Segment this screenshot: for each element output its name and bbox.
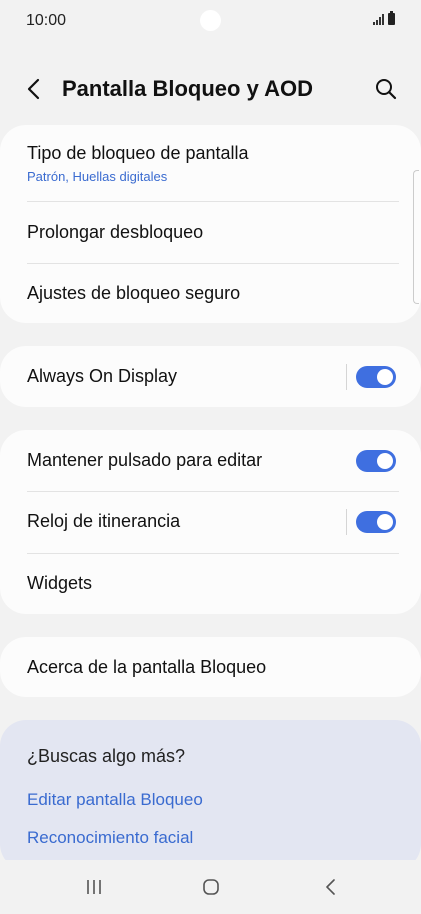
row-label: Ajustes de bloqueo seguro [27,283,241,303]
signal-icon [373,13,384,25]
about-card: Acerca de la pantalla Bloqueo [0,637,421,697]
lockscreen-options-card: Mantener pulsado para editar Reloj de it… [0,430,421,614]
status-time: 10:00 [26,12,67,29]
battery-icon [388,11,395,25]
row-label: Tipo de bloqueo de pantalla [27,143,249,163]
row-label: Always On Display [27,366,178,386]
suggestions-title: ¿Buscas algo más? [27,746,186,766]
row-label: Prolongar desbloqueo [27,222,204,242]
separator [346,509,347,535]
hold-to-edit-toggle[interactable] [356,450,396,472]
row-label: Widgets [27,573,93,593]
row-always-on-display[interactable]: Always On Display [0,346,421,407]
scrollbar[interactable] [413,170,419,304]
back-button[interactable] [20,74,50,104]
navigation-bar [0,860,421,914]
status-bar: 10:00 [0,0,421,44]
row-extend-unlock[interactable]: Prolongar desbloqueo [0,202,421,263]
row-secure-lock-settings[interactable]: Ajustes de bloqueo seguro [0,264,421,323]
row-hold-to-edit[interactable]: Mantener pulsado para editar [0,430,421,491]
row-sublabel: Patrón, Huellas digitales [27,169,168,184]
home-button[interactable] [191,872,231,902]
row-label: Acerca de la pantalla Bloqueo [27,657,267,677]
roaming-clock-toggle[interactable] [356,511,396,533]
back-icon [27,78,40,100]
nav-back-icon [326,879,335,895]
camera-cutout [200,10,221,31]
search-icon [376,79,397,100]
suggestions-card: ¿Buscas algo más? Editar pantalla Bloque… [0,720,421,870]
page-title: Pantalla Bloqueo y AOD [62,76,314,101]
nav-back-button[interactable] [310,872,350,902]
aod-card: Always On Display [0,346,421,407]
row-widgets[interactable]: Widgets [0,554,421,614]
recents-button[interactable] [74,872,114,902]
suggestion-link-face-recognition[interactable]: Reconocimiento facial [27,828,193,848]
row-label: Mantener pulsado para editar [27,450,263,470]
lock-type-card: Tipo de bloqueo de pantalla Patrón, Huel… [0,125,421,323]
row-lock-type[interactable]: Tipo de bloqueo de pantalla Patrón, Huel… [0,125,421,201]
aod-toggle[interactable] [356,366,396,388]
row-roaming-clock[interactable]: Reloj de itinerancia [0,492,421,553]
row-label: Reloj de itinerancia [27,511,181,531]
separator [346,364,347,390]
home-icon [203,879,219,895]
suggestion-link-edit-lockscreen[interactable]: Editar pantalla Bloqueo [27,790,203,810]
search-button[interactable] [371,74,401,104]
status-icons [373,11,395,25]
row-about-lockscreen[interactable]: Acerca de la pantalla Bloqueo [0,637,421,697]
recents-icon [87,880,101,894]
app-header: Pantalla Bloqueo y AOD [0,62,421,118]
